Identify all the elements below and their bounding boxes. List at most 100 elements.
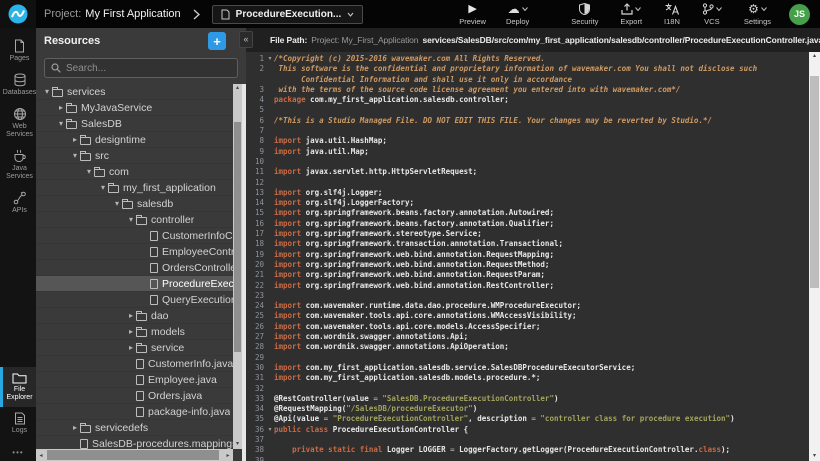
code-line[interactable]: 21import org.springframework.web.bind.an… [246,270,809,280]
code-line[interactable]: 7 [246,126,809,136]
search-input[interactable] [66,63,231,74]
rail-item-file-explorer[interactable]: File Explorer [0,367,36,407]
code-area[interactable]: 1▾/*Copyright (c) 2015-2016 wavemaker.co… [246,52,809,461]
code-line[interactable]: 6/*This is a Studio Managed File. DO NOT… [246,116,809,126]
caret-expanded-icon[interactable]: ▾ [70,151,80,160]
caret-expanded-icon[interactable]: ▾ [84,167,94,176]
tree-item[interactable]: ▾controller [36,212,233,228]
code-line[interactable]: 11import javax.servlet.http.HttpServletR… [246,167,809,177]
deploy-button[interactable]: ☁ Deploy [506,3,529,26]
tree-item[interactable]: OrdersController.java [36,260,233,276]
fold-marker-icon[interactable]: ▾ [266,425,274,435]
code-line[interactable]: 18import org.springframework.transaction… [246,239,809,249]
user-avatar[interactable]: JS [789,4,810,25]
code-line[interactable]: 8import java.util.HashMap; [246,136,809,146]
code-line[interactable]: 12 [246,178,809,188]
rail-item-web-services[interactable]: Web Services [0,102,36,144]
code-line[interactable]: 23 [246,291,809,301]
tree-item[interactable]: ▸MyJavaService [36,100,233,116]
tree-item[interactable]: ▾my_first_application [36,180,233,196]
wavemaker-logo[interactable] [0,0,36,28]
scroll-down-arrow-icon[interactable]: ▾ [809,452,820,461]
rail-item-logs[interactable]: Logs [0,407,36,440]
tree-item[interactable]: ▸service [36,340,233,356]
caret-expanded-icon[interactable]: ▾ [126,215,136,224]
code-line[interactable]: 28import com.wordnik.swagger.annotations… [246,342,809,352]
code-line[interactable]: 2 This software is the confidential and … [246,64,809,85]
caret-collapsed-icon[interactable]: ▸ [56,103,66,112]
collapse-panel-button[interactable]: « [239,31,253,48]
scroll-down-arrow-icon[interactable]: ▾ [233,440,242,449]
code-line[interactable]: 37 [246,435,809,445]
tree-vertical-scrollbar[interactable]: ▴ ▾ [233,84,242,449]
code-line[interactable]: 15import org.springframework.beans.facto… [246,208,809,218]
tree-item[interactable]: ▾SalesDB [36,116,233,132]
editor-scrollbar-thumb[interactable] [810,76,819,288]
code-line[interactable]: 13import org.slf4j.Logger; [246,188,809,198]
tree-item[interactable]: ▸models [36,324,233,340]
caret-collapsed-icon[interactable]: ▸ [126,311,136,320]
code-line[interactable]: 10 [246,157,809,167]
code-line[interactable]: 5 [246,105,809,115]
tree-item[interactable]: ▸dao [36,308,233,324]
rail-item-pages[interactable]: Pages [0,34,36,68]
code-line[interactable]: 22import org.springframework.web.bind.an… [246,281,809,291]
i18n-button[interactable]: I18N [664,3,680,26]
code-line[interactable]: 38 private static final Logger LOGGER = … [246,445,809,455]
rail-item-java-services[interactable]: Java Services [0,144,36,186]
caret-collapsed-icon[interactable]: ▸ [70,423,80,432]
more-options-icon[interactable]: ••• [0,440,36,461]
code-line[interactable]: 19import org.springframework.web.bind.an… [246,250,809,260]
security-button[interactable]: Security [571,3,598,26]
tree-item[interactable]: ▾com [36,164,233,180]
code-line[interactable]: 29 [246,353,809,363]
tree-hscrollbar-thumb[interactable] [47,450,219,460]
tree-scrollbar-thumb[interactable] [234,122,241,352]
scroll-up-arrow-icon[interactable]: ▴ [233,84,242,93]
tree-item[interactable]: Orders.java [36,388,233,404]
code-line[interactable]: 39 [246,456,809,461]
code-line[interactable]: 31import com.my_first_application.salesd… [246,373,809,383]
tree-item[interactable]: ▾salesdb [36,196,233,212]
code-line[interactable]: 35@Api(value = "ProcedureExecutionContro… [246,414,809,424]
code-line[interactable]: 24import com.wavemaker.runtime.data.dao.… [246,301,809,311]
code-line[interactable]: 32 [246,384,809,394]
fold-marker-icon[interactable]: ▾ [266,54,274,64]
tree-item[interactable]: package-info.java [36,404,233,420]
preview-button[interactable]: ▶ Preview [459,3,486,26]
vcs-button[interactable]: VCS [702,3,722,26]
caret-collapsed-icon[interactable]: ▸ [70,135,80,144]
code-line[interactable]: 4package com.my_first_application.salesd… [246,95,809,105]
tree-item[interactable]: ▸servicedefs [36,420,233,436]
caret-expanded-icon[interactable]: ▾ [112,199,122,208]
tree-item[interactable]: ▾services [36,84,233,100]
tree-item[interactable]: CustomerInfoController.java [36,228,233,244]
scroll-left-arrow-icon[interactable]: ◂ [36,449,46,461]
code-line[interactable]: 25import com.wavemaker.tools.api.core.an… [246,311,809,321]
scroll-up-arrow-icon[interactable]: ▴ [809,52,820,61]
code-line[interactable]: 3 with the terms of the source code lice… [246,85,809,95]
code-line[interactable]: 9import java.util.Map; [246,147,809,157]
settings-button[interactable]: ⚙ Settings [744,3,771,26]
code-line[interactable]: 30import com.my_first_application.salesd… [246,363,809,373]
tree-item[interactable]: CustomerInfo.java [36,356,233,372]
code-line[interactable]: 20import org.springframework.web.bind.an… [246,260,809,270]
tree-item[interactable]: EmployeeController.java [36,244,233,260]
code-line[interactable]: 34@RequestMapping("/SalesDB/procedureExe… [246,404,809,414]
tree-item[interactable]: ▸designtime [36,132,233,148]
tree-item[interactable]: QueryExecutionController.java [36,292,233,308]
code-line[interactable]: 33@RestController(value = "SalesDB.Proce… [246,394,809,404]
scroll-right-arrow-icon[interactable]: ▸ [223,449,233,461]
tree-item[interactable]: ProcedureExecutionController.java [36,276,233,292]
tree-item[interactable]: Employee.java [36,372,233,388]
rail-item-apis[interactable]: APIs [0,186,36,220]
tree-horizontal-scrollbar[interactable]: ◂ ▸ [36,449,233,461]
tree-item[interactable]: SalesDB-procedures.mappings.json [36,436,233,449]
code-line[interactable]: 1▾/*Copyright (c) 2015-2016 wavemaker.co… [246,54,809,64]
tree-item[interactable]: ▾src [36,148,233,164]
code-line[interactable]: 36▾public class ProcedureExecutionContro… [246,425,809,435]
export-button[interactable]: Export [620,3,642,26]
rail-item-databases[interactable]: Databases [0,68,36,102]
code-line[interactable]: 26import com.wavemaker.tools.api.core.mo… [246,322,809,332]
code-line[interactable]: 16import org.springframework.beans.facto… [246,219,809,229]
